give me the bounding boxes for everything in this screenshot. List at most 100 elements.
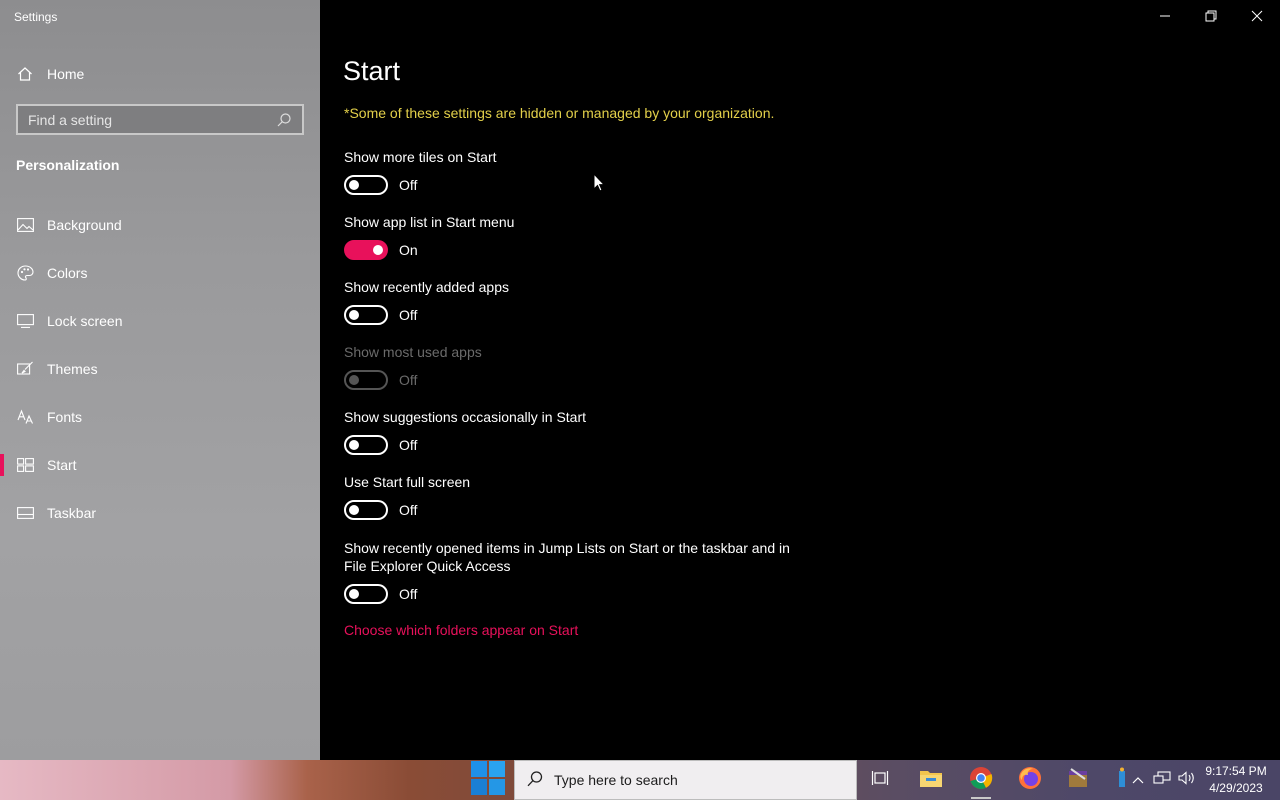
search-icon	[526, 770, 544, 791]
sidebar-item-fonts[interactable]: Fonts	[0, 393, 320, 441]
show-app-list-toggle[interactable]	[344, 240, 388, 260]
show-most-used-apps-toggle	[344, 370, 388, 390]
managed-by-organization-notice: *Some of these settings are hidden or ma…	[344, 105, 775, 121]
toggle-knob	[349, 440, 359, 450]
toggle-knob	[373, 245, 383, 255]
setting-label: Show suggestions occasionally in Start	[344, 409, 587, 425]
brush-icon	[16, 360, 34, 378]
search-icon[interactable]	[276, 112, 292, 128]
page-title: Start	[343, 56, 401, 86]
task-view-icon	[871, 770, 889, 791]
sidebar-item-label: Lock screen	[47, 313, 123, 329]
toggle-state-text: Off	[399, 372, 418, 388]
toggle-knob	[349, 180, 359, 190]
sidebar-item-label: Start	[47, 457, 77, 473]
toggle-state-text: Off	[399, 586, 418, 602]
app-title: Settings	[14, 10, 58, 24]
image-icon	[16, 216, 34, 234]
sidebar-item-colors[interactable]: Colors	[0, 249, 320, 297]
toggle-knob	[349, 505, 359, 515]
settings-sidebar: Settings Home Personalization Background…	[0, 0, 320, 760]
toggle-state-text: Off	[399, 437, 418, 453]
setting-show-suggestions: Show suggestions occasionally in Start O…	[344, 408, 814, 455]
toggle-knob	[349, 589, 359, 599]
setting-show-recently-added-apps: Show recently added apps Off	[344, 278, 814, 325]
setting-show-most-used-apps: Show most used apps Off	[344, 343, 814, 390]
toggle-state-text: Off	[399, 307, 418, 323]
sidebar-item-label: Colors	[47, 265, 88, 281]
toggle-state-text: On	[399, 242, 418, 258]
search-input[interactable]	[28, 111, 276, 128]
choose-folders-link[interactable]: Choose which folders appear on Start	[344, 622, 578, 638]
volume-button[interactable]	[1176, 760, 1198, 800]
show-more-tiles-toggle[interactable]	[344, 175, 388, 195]
sidebar-item-lock-screen[interactable]: Lock screen	[0, 297, 320, 345]
taskbar: Type here to search 9:17:54 PM 4/29/2023	[0, 760, 1280, 800]
start-button[interactable]	[468, 760, 508, 800]
show-hidden-icons-button[interactable]	[1128, 760, 1148, 800]
sidebar-item-label: Background	[47, 217, 122, 233]
toggle-state-text: Off	[399, 502, 418, 518]
sidebar-item-label: Themes	[47, 361, 98, 377]
start-layout-icon	[16, 456, 34, 474]
folder-icon	[919, 768, 943, 793]
mouse-pointer-icon	[593, 172, 606, 197]
firefox-button[interactable]	[1008, 760, 1052, 800]
toggle-knob	[349, 310, 359, 320]
sidebar-item-background[interactable]: Background	[0, 201, 320, 249]
settings-content: Start *Some of these settings are hidden…	[320, 0, 1280, 760]
setting-label: Use Start full screen	[344, 474, 471, 490]
setting-show-more-tiles: Show more tiles on Start Off	[344, 148, 814, 195]
clock-date: 4/29/2023	[1209, 781, 1263, 795]
network-icon	[1153, 770, 1171, 790]
setting-label: Show most used apps	[344, 344, 482, 360]
restore-button[interactable]	[1188, 0, 1234, 32]
taskbar-icon	[16, 504, 34, 522]
sidebar-item-label: Fonts	[47, 409, 83, 425]
chrome-button[interactable]	[959, 760, 1003, 800]
home-nav-item[interactable]: Home	[16, 63, 84, 85]
minimize-button[interactable]	[1142, 0, 1188, 32]
setting-label: Show recently opened items in Jump Lists…	[344, 540, 790, 574]
app-button[interactable]	[1056, 760, 1100, 800]
chrome-icon	[969, 766, 993, 795]
find-setting-search-box[interactable]	[16, 104, 304, 135]
setting-show-jump-list-items: Show recently opened items in Jump Lists…	[344, 539, 814, 604]
file-explorer-button[interactable]	[909, 760, 953, 800]
font-icon	[16, 408, 34, 426]
use-start-full-screen-toggle[interactable]	[344, 500, 388, 520]
home-icon	[16, 65, 34, 83]
show-suggestions-toggle[interactable]	[344, 435, 388, 455]
windows-logo-icon	[470, 760, 506, 800]
sidebar-item-taskbar[interactable]: Taskbar	[0, 489, 320, 537]
close-button[interactable]	[1234, 0, 1280, 32]
clock-time: 9:17:54 PM	[1205, 764, 1267, 778]
show-jump-list-items-toggle[interactable]	[344, 584, 388, 604]
network-button[interactable]	[1151, 760, 1173, 800]
setting-use-start-full-screen: Use Start full screen Off	[344, 473, 814, 520]
task-view-button[interactable]	[858, 760, 902, 800]
setting-show-app-list: Show app list in Start menu On	[344, 213, 814, 260]
taskbar-search-box[interactable]: Type here to search	[514, 760, 857, 800]
monitor-lock-icon	[16, 312, 34, 330]
section-title: Personalization	[16, 157, 120, 173]
setting-label: Show more tiles on Start	[344, 149, 497, 165]
palette-icon	[16, 264, 34, 282]
firefox-icon	[1018, 766, 1042, 795]
sidebar-item-start[interactable]: Start	[0, 441, 320, 489]
sidebar-item-themes[interactable]: Themes	[0, 345, 320, 393]
taskbar-clock[interactable]: 9:17:54 PM 4/29/2023	[1200, 763, 1272, 797]
toggle-state-text: Off	[399, 177, 418, 193]
show-recently-added-apps-toggle[interactable]	[344, 305, 388, 325]
window-controls	[1142, 0, 1280, 32]
personalization-nav: Background Colors Lock screen Themes Fon…	[0, 201, 320, 537]
chevron-up-icon	[1132, 771, 1144, 789]
home-label: Home	[47, 66, 85, 82]
taskbar-search-placeholder: Type here to search	[554, 772, 678, 788]
archive-app-icon	[1066, 767, 1090, 794]
setting-label: Show recently added apps	[344, 279, 509, 295]
sidebar-item-label: Taskbar	[47, 505, 97, 521]
setting-label: Show app list in Start menu	[344, 214, 515, 230]
toggle-knob	[349, 375, 359, 385]
speaker-icon	[1178, 770, 1196, 790]
